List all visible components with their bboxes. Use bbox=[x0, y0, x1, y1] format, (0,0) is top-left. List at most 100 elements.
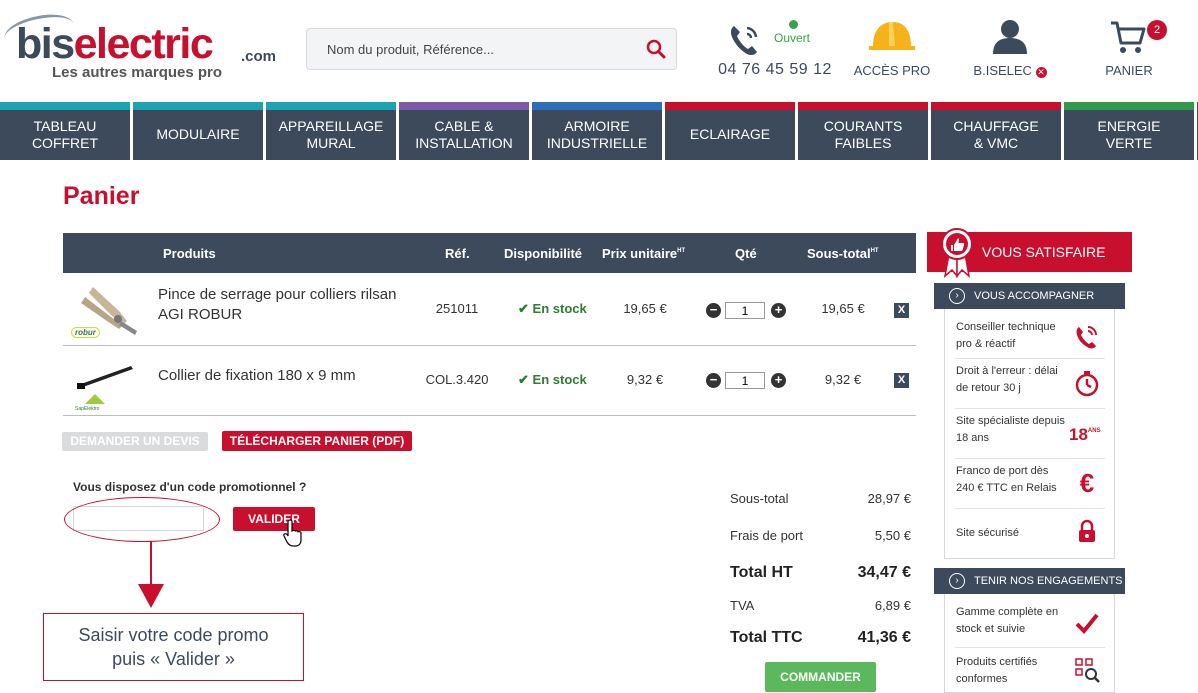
promo-label: Vous disposez d'un code promotionnel ? bbox=[73, 480, 307, 494]
qr-search-icon bbox=[1075, 658, 1100, 683]
sidebar-item: Franco de port dès 240 € TTC en Relais € bbox=[955, 463, 1105, 509]
nav-item-label: ARMOIRE INDUSTRIELLE bbox=[546, 117, 648, 151]
callout-arrow-line bbox=[150, 541, 152, 585]
quantity-stepper: − + bbox=[704, 372, 788, 390]
cart[interactable]: 2 PANIER bbox=[1092, 16, 1167, 82]
nav-color-bar bbox=[399, 102, 529, 110]
delete-icon[interactable]: X bbox=[894, 303, 909, 318]
search-bar bbox=[306, 28, 677, 70]
18-ans-icon: 18ANS bbox=[1069, 425, 1101, 444]
callout-arrow-head bbox=[138, 584, 164, 608]
cart-icon bbox=[1111, 21, 1146, 53]
unit-price: 9,32 € bbox=[626, 372, 664, 387]
product-image[interactable]: SapElektro bbox=[71, 356, 141, 412]
nav-item-6[interactable]: ECLAIRAGE bbox=[665, 102, 795, 160]
plus-icon[interactable]: + bbox=[771, 303, 786, 318]
nav-item-5[interactable]: ARMOIRE INDUSTRIELLE bbox=[532, 102, 662, 160]
nav-item-1[interactable]: TABLEAU COFFRET bbox=[0, 102, 130, 160]
nav-item-label: MODULAIRE bbox=[156, 126, 240, 142]
col-products: Produits bbox=[163, 246, 216, 261]
check-icon: ✔ bbox=[518, 372, 529, 387]
section-commitments-box: Gamme complète en stock et suivie Produi… bbox=[944, 594, 1115, 693]
brand-logo: robur bbox=[71, 327, 100, 338]
check-icon: ✔ bbox=[518, 301, 529, 316]
section-commitments-title: › TENIR NOS ENGAGEMENTS bbox=[934, 568, 1125, 594]
sidebar-item: Produits certifiés conformes bbox=[955, 654, 1105, 690]
phone-icon bbox=[730, 26, 758, 56]
col-unit-price: Prix unitaireHT bbox=[602, 246, 686, 261]
row-subtotal: 19,65 € bbox=[821, 301, 865, 316]
minus-icon[interactable]: − bbox=[706, 303, 721, 318]
brand-name: SapElektro bbox=[75, 406, 100, 412]
logo-tagline: Les autres marques pro bbox=[52, 64, 223, 81]
nav-color-bar bbox=[133, 102, 263, 110]
user-icon bbox=[993, 20, 1027, 54]
col-subtotal: Sous-totalHT bbox=[807, 246, 879, 261]
nav-item-4[interactable]: CABLE & INSTALLATION bbox=[399, 102, 529, 160]
logout-icon[interactable]: ✕ bbox=[1035, 67, 1047, 78]
cart-table-header: Produits Réf. Disponibilité Prix unitair… bbox=[63, 233, 916, 273]
minus-icon[interactable]: − bbox=[706, 373, 721, 388]
unit-price: 19,65 € bbox=[623, 301, 667, 316]
sidebar-item: Gamme complète en stock et suivie bbox=[955, 604, 1105, 648]
nav-item-8[interactable]: CHAUFFAGE & VMC bbox=[931, 102, 1061, 160]
logo-brand: biselectric bbox=[16, 20, 214, 68]
check-icon bbox=[1075, 613, 1099, 634]
plus-icon[interactable]: + bbox=[771, 373, 786, 388]
product-name[interactable]: Pince de serrage pour colliers rilsan AGI… bbox=[158, 285, 396, 325]
order-button[interactable]: COMMANDER bbox=[765, 662, 876, 692]
nav-item-label: ENERGIE VERTE bbox=[1097, 117, 1161, 151]
nav-color-bar bbox=[266, 102, 396, 110]
nav-item-label: TABLEAU COFFRET bbox=[31, 117, 99, 151]
download-pdf-button[interactable]: TÉLÉCHARGER PANIER (PDF) bbox=[222, 431, 412, 451]
site-logo[interactable]: biselectric .com Les autres marques pro bbox=[1, 9, 284, 84]
delete-icon[interactable]: X bbox=[894, 373, 909, 388]
pro-access[interactable]: ACCÈS PRO bbox=[846, 16, 938, 82]
logo-domain: .com bbox=[241, 48, 277, 65]
phone-contact[interactable]: Ouvert 04 76 45 59 12 bbox=[716, 18, 834, 82]
nav-color-bar bbox=[532, 102, 662, 110]
quantity-input[interactable] bbox=[725, 302, 765, 319]
nav-item-label: APPAREILLAGE MURAL bbox=[278, 117, 384, 151]
nav-item-7[interactable]: COURANTS FAIBLES bbox=[798, 102, 928, 160]
pointer-hand-icon bbox=[283, 519, 302, 547]
nav-color-bar bbox=[931, 102, 1061, 110]
stopwatch-icon bbox=[1075, 371, 1099, 397]
table-row: SapElektro Collier de fixation 180 x 9 m… bbox=[63, 346, 916, 416]
col-dispo: Disponibilité bbox=[504, 246, 582, 261]
quantity-input[interactable] bbox=[725, 372, 765, 389]
product-ref: 251011 bbox=[435, 301, 479, 316]
phone-number: 04 76 45 59 12 bbox=[718, 61, 832, 78]
highlight-ellipse bbox=[64, 497, 220, 542]
row-subtotal: 9,32 € bbox=[824, 372, 862, 387]
site-header: biselectric .com Les autres marques pro … bbox=[0, 0, 1198, 102]
stock-status: ✔ En stock bbox=[518, 372, 587, 387]
user-account[interactable]: B.ISELEC ✕ bbox=[960, 16, 1060, 82]
lock-icon bbox=[1079, 519, 1095, 542]
nav-color-bar bbox=[1064, 102, 1194, 110]
cart-count-badge: 2 bbox=[1147, 20, 1167, 40]
nav-item-label: ECLAIRAGE bbox=[689, 126, 771, 142]
sidebar-item: Site spécialiste depuis 18 ans 18ANS bbox=[955, 413, 1105, 459]
request-quote-button[interactable]: DEMANDER UN DEVIS bbox=[62, 432, 208, 451]
nav-item-2[interactable]: MODULAIRE bbox=[133, 102, 263, 160]
search-input[interactable] bbox=[317, 29, 637, 69]
page-title: Panier bbox=[63, 182, 140, 210]
cable-tie-image bbox=[77, 366, 133, 389]
nav-item-9[interactable]: ENERGIE VERTE bbox=[1064, 102, 1194, 160]
euro-icon: € bbox=[1079, 468, 1095, 498]
stock-status: ✔ En stock bbox=[518, 301, 587, 316]
product-name[interactable]: Collier de fixation 180 x 9 mm bbox=[158, 366, 356, 386]
section-accompany-box: Conseiller technique pro & réactif Droit… bbox=[944, 309, 1115, 559]
search-icon[interactable] bbox=[646, 39, 666, 59]
table-row: robur Pince de serrage pour colliers ril… bbox=[63, 273, 916, 346]
sidebar-item: Droit à l'erreur : délai de retour 30 j bbox=[955, 363, 1105, 409]
product-image[interactable]: robur bbox=[71, 283, 141, 339]
nav-item-3[interactable]: APPAREILLAGE MURAL bbox=[266, 102, 396, 160]
section-accompany-title: › VOUS ACCOMPAGNER bbox=[934, 283, 1125, 309]
user-label: B.ISELEC ✕ bbox=[973, 63, 1047, 78]
nav-item-label: COURANTS FAIBLES bbox=[823, 117, 903, 151]
nav-color-bar bbox=[798, 102, 928, 110]
phone-icon bbox=[1076, 326, 1097, 349]
promo-callout: Saisir votre code promo puis « Valider » bbox=[43, 613, 304, 681]
